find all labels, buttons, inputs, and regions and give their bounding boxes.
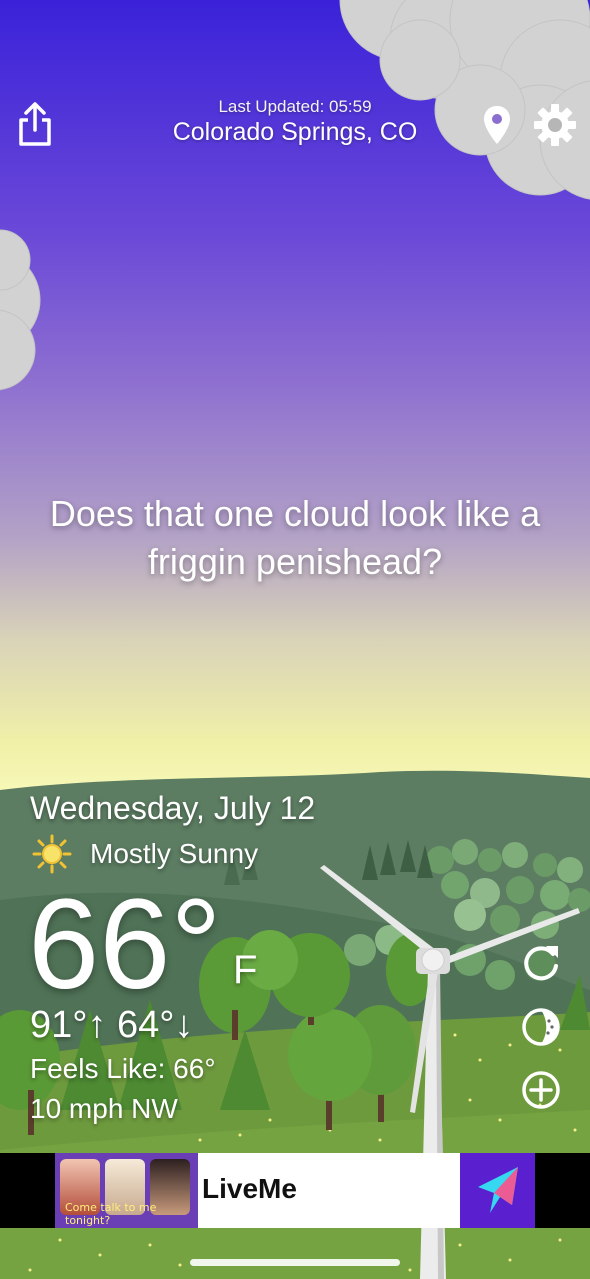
ad-thumbnails: Come talk to me tonight? [55, 1153, 198, 1228]
feels-like-label: Feels Like: 66° [30, 1053, 216, 1084]
gear-icon[interactable] [532, 102, 578, 148]
location-pin-icon[interactable] [482, 104, 512, 146]
ad-content[interactable]: Come talk to me tonight? LiveMe [55, 1153, 535, 1228]
weather-scene [0, 0, 590, 1279]
temperature-unit[interactable]: F [233, 948, 257, 993]
ad-logo [460, 1153, 535, 1228]
home-indicator[interactable] [190, 1259, 400, 1266]
refresh-icon[interactable] [518, 940, 564, 986]
wind-label: 10 mph NW [30, 1093, 178, 1124]
ad-caption: Come talk to me tonight? [65, 1201, 157, 1227]
palette-icon[interactable] [518, 1004, 564, 1050]
date-label: Wednesday, July 12 [30, 790, 316, 826]
ad-banner[interactable]: Come talk to me tonight? LiveMe [0, 1153, 590, 1228]
weather-message: Does that one cloud look like a friggin … [49, 493, 541, 582]
ad-title: LiveMe [202, 1173, 297, 1204]
sun-icon [32, 834, 72, 874]
star-logo-icon [478, 1167, 518, 1213]
high-low-temperature: 91°↑ 64°↓ [30, 1004, 194, 1046]
condition-label: Mostly Sunny [90, 838, 259, 869]
plus-circle-icon[interactable] [518, 1067, 564, 1113]
current-temperature: 66° [28, 873, 222, 1016]
cloud-left [0, 229, 41, 391]
